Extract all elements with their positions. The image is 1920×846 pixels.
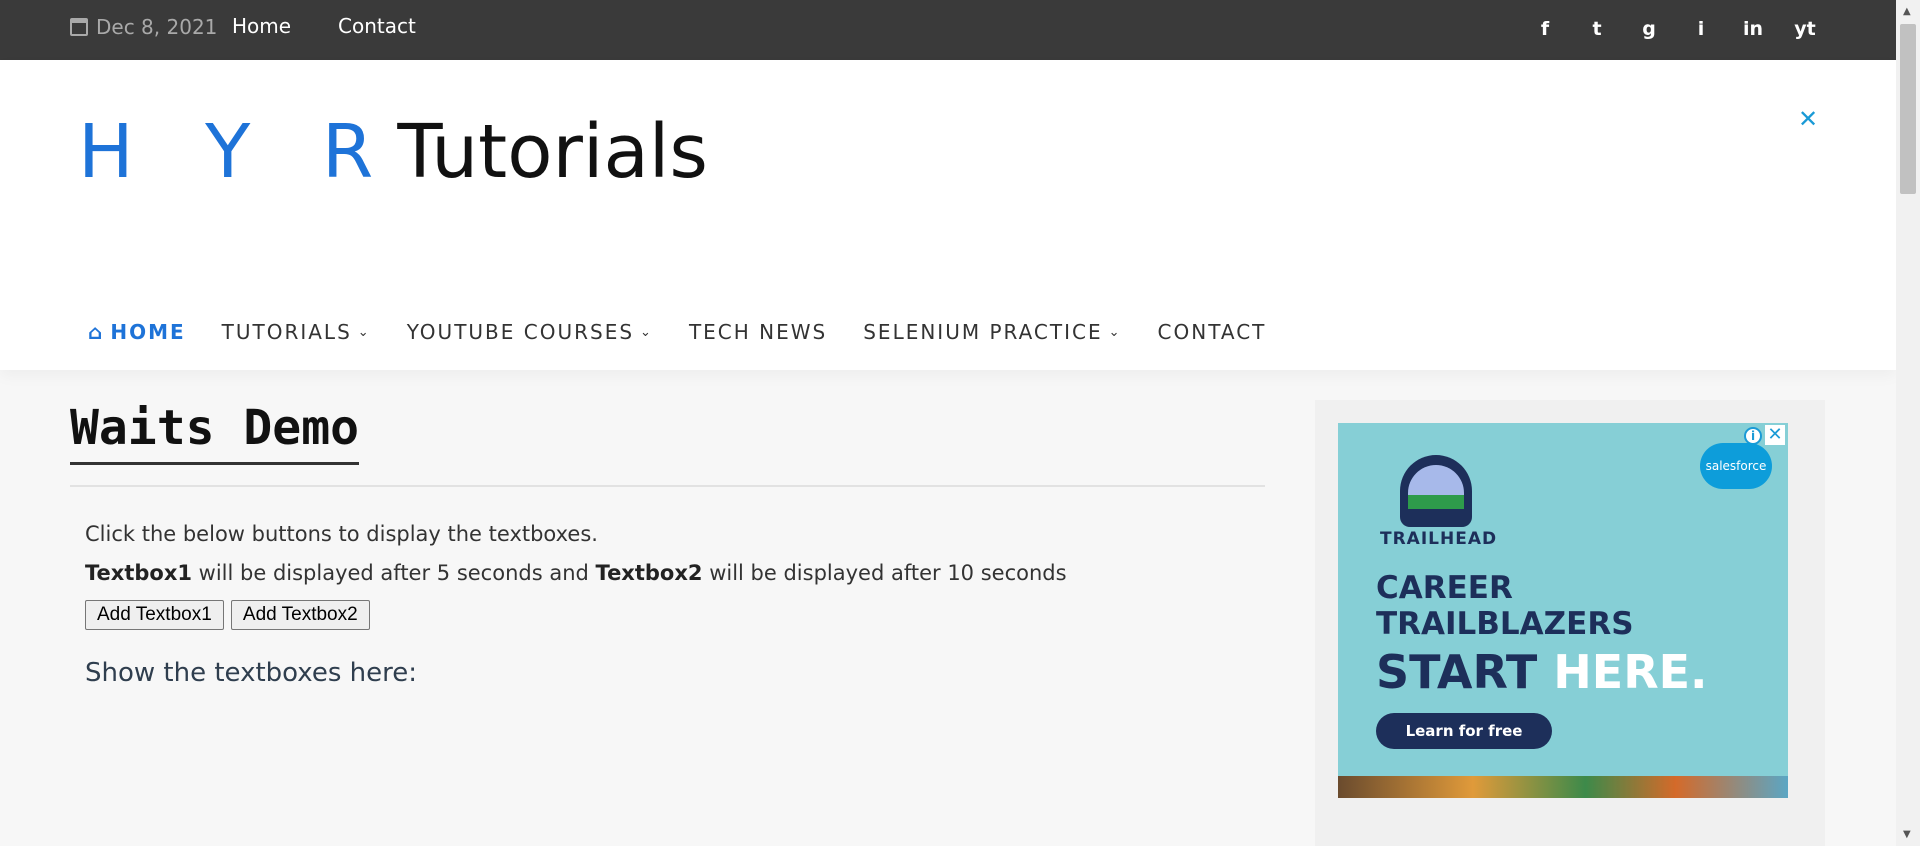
scroll-down-icon[interactable]: ▼ [1903, 829, 1911, 840]
facebook-icon[interactable]: f [1534, 18, 1556, 40]
button-row: Add Textbox1 Add Textbox2 [85, 600, 1235, 631]
date-display: Dec 8, 2021 [70, 15, 217, 39]
chevron-down-icon: ⌄ [640, 324, 653, 340]
top-link-home[interactable]: Home [232, 14, 291, 38]
nav-item-contact[interactable]: CONTACT [1158, 320, 1267, 344]
nav-item-label: SELENIUM PRACTICE [863, 320, 1103, 344]
title-divider [70, 485, 1265, 487]
nav-item-label: TUTORIALS [221, 320, 352, 344]
youtube-icon[interactable]: yt [1794, 18, 1816, 40]
main-nav: ⌂ HOME TUTORIALS ⌄ YOUTUBE COURSES ⌄ TEC… [88, 320, 1266, 344]
ad-headline-large: START HERE. [1376, 645, 1708, 699]
main-content: Waits Demo Click the below buttons to di… [70, 400, 1265, 688]
instruction-text: Click the below buttons to display the t… [85, 522, 598, 546]
nav-item-label: TECH NEWS [688, 320, 828, 344]
salesforce-logo: salesforce [1700, 443, 1772, 489]
learn-for-free-button[interactable]: Learn for free [1376, 713, 1552, 749]
chevron-down-icon: ⌄ [357, 324, 371, 340]
site-header: H Y RTutorials ✕ ⌂ HOME TUTORIALS ⌄ YOUT… [0, 60, 1896, 370]
calendar-icon [70, 18, 88, 36]
description-text: Textbox1 will be displayed after 5 secon… [85, 561, 1235, 586]
scrollbar[interactable]: ▲ ▼ [1896, 0, 1920, 846]
linkedin-icon[interactable]: in [1742, 18, 1764, 40]
textbox1-label: Textbox1 [85, 561, 192, 586]
post-body: Click the below buttons to display the t… [85, 522, 1235, 688]
nav-item-youtube-courses[interactable]: YOUTUBE COURSES ⌄ [407, 320, 653, 344]
nav-item-selenium-practice[interactable]: SELENIUM PRACTICE ⌄ [863, 320, 1121, 344]
github-icon[interactable]: g [1638, 18, 1660, 40]
home-icon: ⌂ [88, 320, 105, 344]
add-textbox1-button[interactable]: Add Textbox1 [85, 600, 224, 631]
add-textbox2-button[interactable]: Add Textbox2 [230, 600, 370, 631]
page: Dec 8, 2021 Home Contact f t g i in yt H… [0, 0, 1920, 846]
nav-item-tech-news[interactable]: TECH NEWS [689, 320, 827, 344]
nav-item-home[interactable]: ⌂ HOME [88, 320, 186, 344]
sidebar: i ✕ TRAILHEAD salesforce CAREER TRAILBLA… [1315, 400, 1825, 846]
top-link-contact[interactable]: Contact [338, 14, 416, 38]
advertisement[interactable]: i ✕ TRAILHEAD salesforce CAREER TRAILBLA… [1338, 423, 1788, 798]
logo-initials: H Y R [78, 109, 398, 195]
scrollbar-thumb[interactable] [1900, 24, 1916, 194]
close-icon[interactable]: ✕ [1765, 425, 1785, 445]
close-icon[interactable]: ✕ [1798, 105, 1818, 133]
instagram-icon[interactable]: i [1690, 18, 1712, 40]
ad-headline: CAREER TRAILBLAZERS [1376, 570, 1634, 642]
description-end: will be displayed after 10 seconds [702, 561, 1067, 586]
twitter-icon[interactable]: t [1586, 18, 1608, 40]
nav-item-tutorials[interactable]: TUTORIALS ⌄ [222, 320, 371, 344]
site-logo[interactable]: H Y RTutorials [78, 115, 708, 189]
nav-item-label: CONTACT [1157, 320, 1267, 344]
page-title: Waits Demo [70, 400, 359, 465]
ad-here: HERE. [1553, 645, 1708, 699]
chevron-down-icon: ⌄ [1108, 324, 1122, 340]
ad-start: START [1376, 645, 1538, 699]
scroll-up-icon[interactable]: ▲ [1903, 6, 1911, 17]
description-middle: will be displayed after 5 seconds and [191, 561, 596, 586]
textbox-area-label: Show the textboxes here: [85, 658, 418, 689]
ad-scenery [1338, 776, 1788, 798]
textbox2-label: Textbox2 [595, 561, 703, 586]
nav-item-label: HOME [110, 320, 186, 344]
social-links: f t g i in yt [1534, 18, 1816, 40]
ad-headline-line2: TRAILBLAZERS [1376, 605, 1634, 642]
top-bar: Dec 8, 2021 Home Contact f t g i in yt [0, 0, 1896, 60]
badge-hill [1408, 495, 1464, 509]
ad-brand: TRAILHEAD [1380, 529, 1498, 549]
trailhead-logo [1400, 455, 1472, 527]
nav-item-label: YOUTUBE COURSES [406, 320, 635, 344]
logo-wordmark: Tutorials [397, 109, 708, 195]
date-text: Dec 8, 2021 [96, 15, 218, 39]
ad-headline-line1: CAREER [1376, 570, 1513, 606]
